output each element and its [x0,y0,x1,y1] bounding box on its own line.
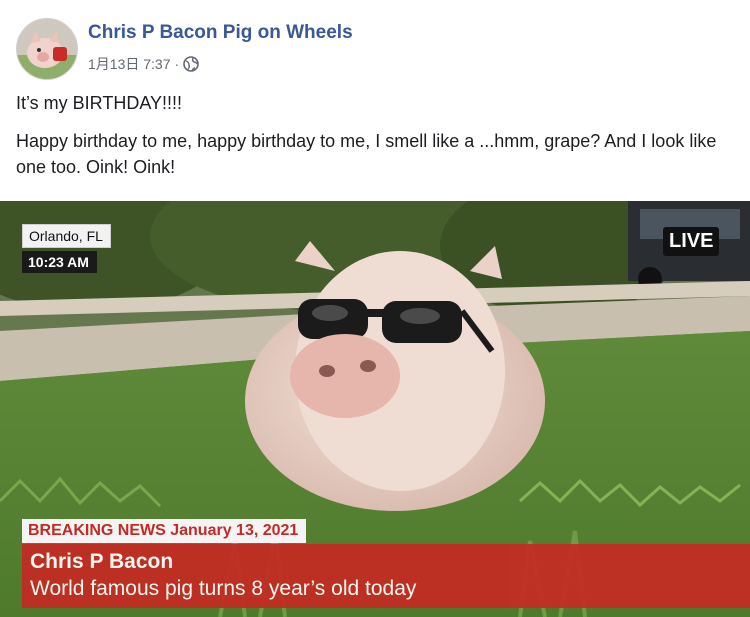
pig-avatar-image [17,19,77,79]
headline-name: Chris P Bacon [30,550,174,573]
post-body: It’s my BIRTHDAY!!!! Happy birthday to m… [16,90,736,192]
breaking-news-tag: BREAKING NEWS January 13, 2021 [22,519,307,543]
globe-icon[interactable] [183,56,199,72]
post-text-line-1: It’s my BIRTHDAY!!!! [16,93,183,113]
meta-separator: · [174,56,180,72]
time-caption: 10:23 AM [22,251,97,273]
post-timestamp[interactable]: 1月13日 7:37 [88,54,171,74]
author-avatar[interactable] [16,18,78,80]
live-badge: LIVE [663,227,720,256]
facebook-post-card: Chris P Bacon Pig on Wheels 1月13日 7:37 ·… [0,0,750,617]
breaking-news-label: BREAKING NEWS [28,522,166,539]
location-caption: Orlando, FL [22,224,111,248]
post-meta: 1月13日 7:37 · [88,54,199,74]
post-text-line-2: Happy birthday to me, happy birthday to … [16,131,717,177]
post-header: Chris P Bacon Pig on Wheels 1月13日 7:37 · [14,14,734,80]
headline-subtitle: World famous pig turns 8 year’s old toda… [30,577,417,600]
news-lower-third: Chris P Bacon World famous pig turns 8 y… [22,544,750,608]
author-name-link[interactable]: Chris P Bacon Pig on Wheels [88,22,353,44]
breaking-news-date: January 13, 2021 [170,522,299,539]
